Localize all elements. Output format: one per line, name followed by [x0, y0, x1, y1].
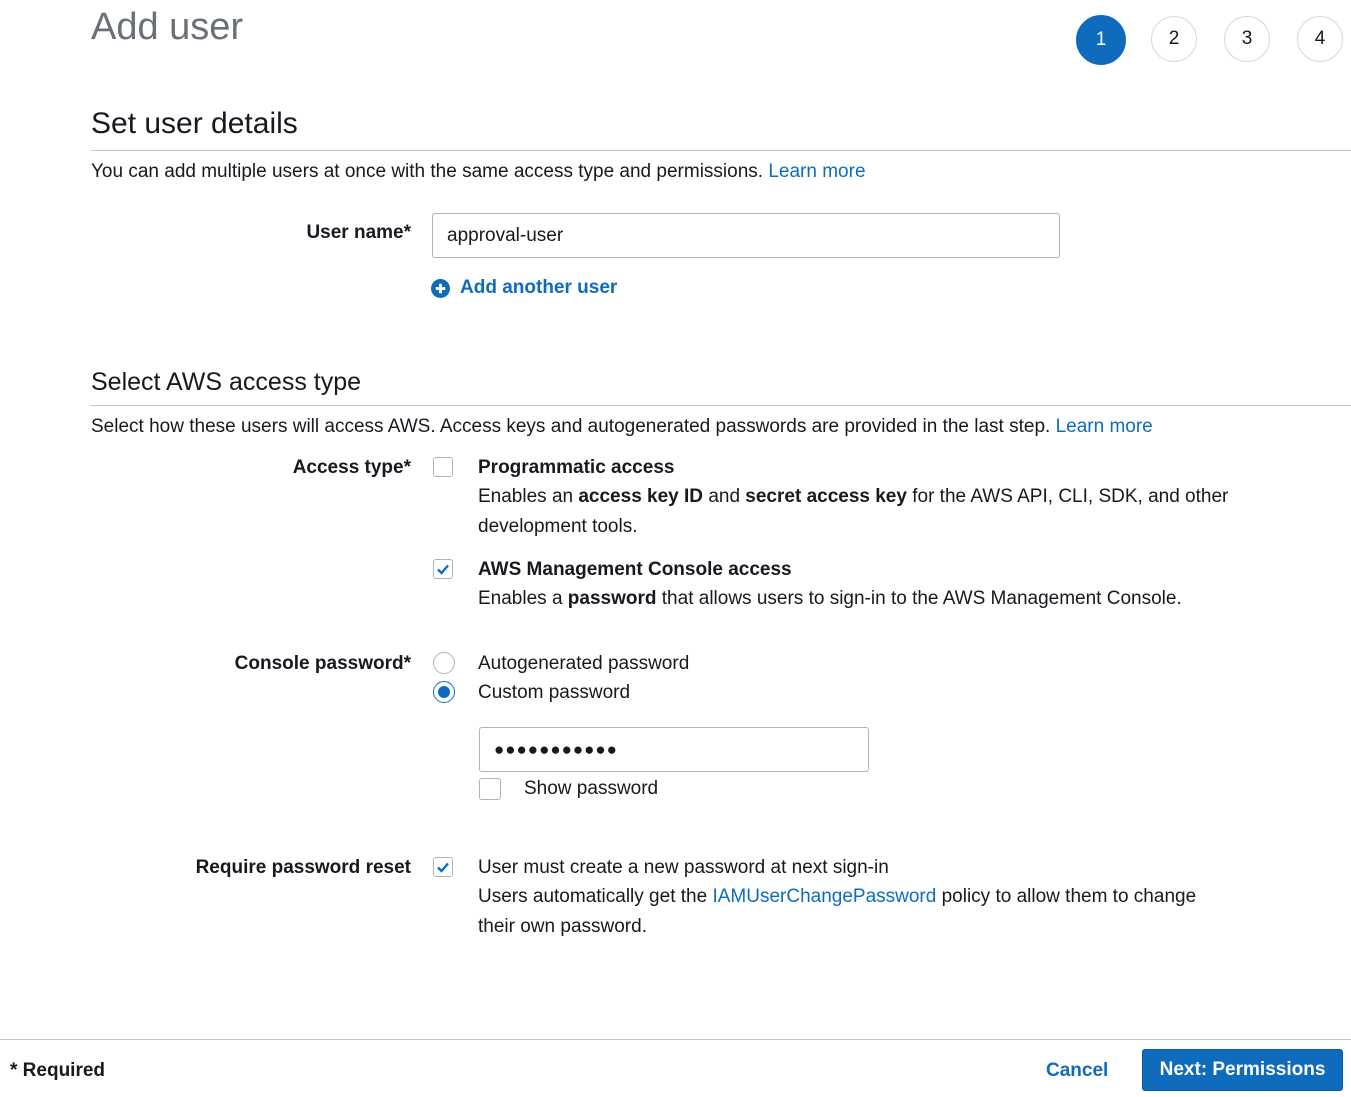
step-label: 2: [1168, 28, 1180, 49]
show-password-checkbox[interactable]: [479, 778, 501, 800]
step-label: 1: [1095, 29, 1107, 50]
description-text: Select how these users will access AWS. …: [91, 416, 1051, 437]
checkmark-icon: [437, 564, 449, 575]
user-name-label: User name*: [306, 222, 411, 243]
bold-text: secret access key: [745, 486, 907, 507]
console-password-label: Console password*: [234, 653, 411, 674]
access-type-description: Select how these users will access AWS. …: [91, 416, 1153, 438]
iam-user-change-password-link[interactable]: IAMUserChangePassword: [712, 886, 936, 907]
step-label: 3: [1241, 28, 1253, 49]
footer-divider: [0, 1039, 1351, 1040]
text: Enables a: [478, 588, 563, 609]
text: Users automatically get the: [478, 886, 708, 907]
show-password-label: Show password: [524, 778, 659, 799]
require-password-reset-text: User must create a new password at next …: [478, 857, 889, 878]
console-access-checkbox[interactable]: [433, 559, 453, 579]
text: Enables an: [478, 486, 574, 507]
step-1[interactable]: 1: [1076, 15, 1126, 65]
custom-password-radio[interactable]: [433, 681, 455, 703]
autogenerated-password-label: Autogenerated password: [478, 653, 690, 674]
console-access-description: Enables a password that allows users to …: [478, 584, 1182, 614]
custom-password-label: Custom password: [478, 682, 631, 703]
cancel-button[interactable]: Cancel: [1046, 1060, 1108, 1082]
user-name-input[interactable]: approval-user: [432, 213, 1060, 258]
plus-circle-icon: [431, 278, 450, 298]
step-4[interactable]: 4: [1297, 16, 1343, 62]
text: and: [708, 486, 741, 507]
access-type-heading: Select AWS access type: [91, 368, 362, 396]
step-label: 4: [1314, 28, 1326, 49]
programmatic-access-description: Enables an access key ID and secret acce…: [478, 482, 1238, 542]
require-password-reset-label: Require password reset: [195, 857, 411, 878]
next-permissions-label: Next: Permissions: [1159, 1059, 1326, 1080]
next-permissions-button[interactable]: Next: Permissions: [1142, 1049, 1343, 1091]
console-access-title: AWS Management Console access: [478, 559, 792, 580]
user-details-description: You can add multiple users at once with …: [91, 161, 866, 183]
password-policy-description: Users automatically get the IAMUserChang…: [478, 882, 1238, 942]
description-text: You can add multiple users at once with …: [91, 161, 764, 182]
set-user-details-heading: Set user details: [91, 107, 298, 140]
step-2[interactable]: 2: [1151, 16, 1197, 62]
learn-more-link[interactable]: Learn more: [768, 161, 865, 182]
programmatic-access-title: Programmatic access: [478, 457, 675, 478]
radio-dot: [438, 686, 450, 698]
learn-more-link[interactable]: Learn more: [1056, 416, 1153, 437]
custom-password-input[interactable]: ●●●●●●●●●●●: [479, 727, 869, 772]
page-title: Add user: [91, 6, 244, 48]
section-divider: [91, 405, 1351, 406]
programmatic-access-checkbox[interactable]: [433, 457, 453, 477]
text: that allows users to sign-in to the AWS …: [661, 588, 1182, 609]
required-note: * Required: [10, 1060, 106, 1081]
autogenerated-password-radio[interactable]: [433, 652, 455, 674]
bold-text: access key ID: [578, 486, 704, 507]
checkmark-icon: [437, 862, 449, 873]
user-name-value: approval-user: [447, 224, 564, 246]
section-divider: [91, 150, 1351, 151]
require-password-reset-checkbox[interactable]: [433, 857, 453, 877]
add-another-user-label: Add another user: [460, 277, 618, 298]
password-value: ●●●●●●●●●●●: [494, 739, 618, 759]
access-type-label: Access type*: [292, 457, 411, 478]
step-3[interactable]: 3: [1224, 16, 1270, 62]
add-another-user-button[interactable]: Add another user: [431, 277, 617, 299]
bold-text: password: [567, 588, 657, 609]
